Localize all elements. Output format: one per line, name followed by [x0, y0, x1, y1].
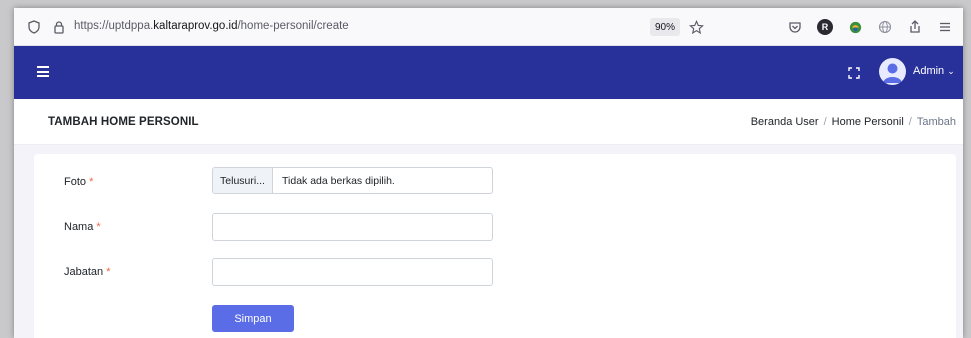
required-mark: * [106, 266, 111, 278]
page-title: TAMBAH HOME PERSONIL [48, 116, 199, 128]
address-bar[interactable]: https://uptdppa.kaltaraprov.go.id/home-p… [74, 20, 349, 32]
browser-toolbar: https://uptdppa.kaltaraprov.go.id/home-p… [14, 8, 963, 46]
url-host: kaltaraprov.go.id [153, 20, 238, 32]
share-icon[interactable] [905, 17, 925, 37]
app-header: Admin ⌄ [14, 46, 963, 99]
user-avatar[interactable] [879, 58, 906, 85]
url-prefix: https://uptdppa. [74, 20, 154, 32]
profile-extension-icon[interactable]: R [815, 17, 835, 37]
required-mark: * [89, 176, 94, 188]
simpan-button[interactable]: Simpan [212, 305, 294, 332]
breadcrumb-separator: / [823, 116, 827, 128]
breadcrumb-item-beranda[interactable]: Beranda User [751, 116, 819, 128]
user-menu[interactable]: Admin ⌄ [913, 65, 955, 77]
page-title-bar: TAMBAH HOME PERSONIL Beranda User / Home… [14, 99, 963, 145]
url-path: /home-personil/create [237, 20, 349, 32]
toolbar-right-icons: R [785, 17, 955, 37]
file-status-text: Tidak ada berkas dipilih. [282, 174, 395, 187]
zoom-level-badge[interactable]: 90% [650, 18, 680, 36]
breadcrumb-separator: / [908, 116, 912, 128]
breadcrumb-item-home-personil[interactable]: Home Personil [832, 116, 904, 128]
browse-button[interactable]: Telusuri... [213, 168, 273, 193]
nama-input[interactable] [212, 213, 493, 241]
breadcrumb: Beranda User / Home Personil / Tambah [751, 116, 956, 128]
nama-label: Nama * [64, 221, 101, 233]
jabatan-label: Jabatan * [64, 266, 111, 278]
form-card: Foto * Telusuri... Tidak ada berkas dipi… [34, 154, 956, 338]
tracking-shield-icon[interactable] [24, 17, 44, 37]
fullscreen-icon[interactable] [848, 66, 860, 79]
menu-icon[interactable] [935, 17, 955, 37]
browser-window: https://uptdppa.kaltaraprov.go.id/home-p… [14, 8, 963, 338]
required-mark: * [96, 221, 101, 233]
lock-icon[interactable] [49, 17, 69, 37]
foto-file-input[interactable]: Telusuri... Tidak ada berkas dipilih. [212, 167, 493, 194]
jabatan-input[interactable] [212, 258, 493, 286]
globe-icon[interactable] [875, 17, 895, 37]
pocket-icon[interactable] [785, 17, 805, 37]
sidebar-toggle-icon[interactable] [37, 66, 49, 80]
extension-leaf-icon[interactable] [845, 17, 865, 37]
chevron-down-icon: ⌄ [947, 66, 955, 76]
bookmark-star-icon[interactable] [686, 17, 706, 37]
user-name: Admin [913, 65, 945, 77]
foto-label: Foto * [64, 176, 94, 188]
breadcrumb-item-current: Tambah [916, 116, 956, 128]
